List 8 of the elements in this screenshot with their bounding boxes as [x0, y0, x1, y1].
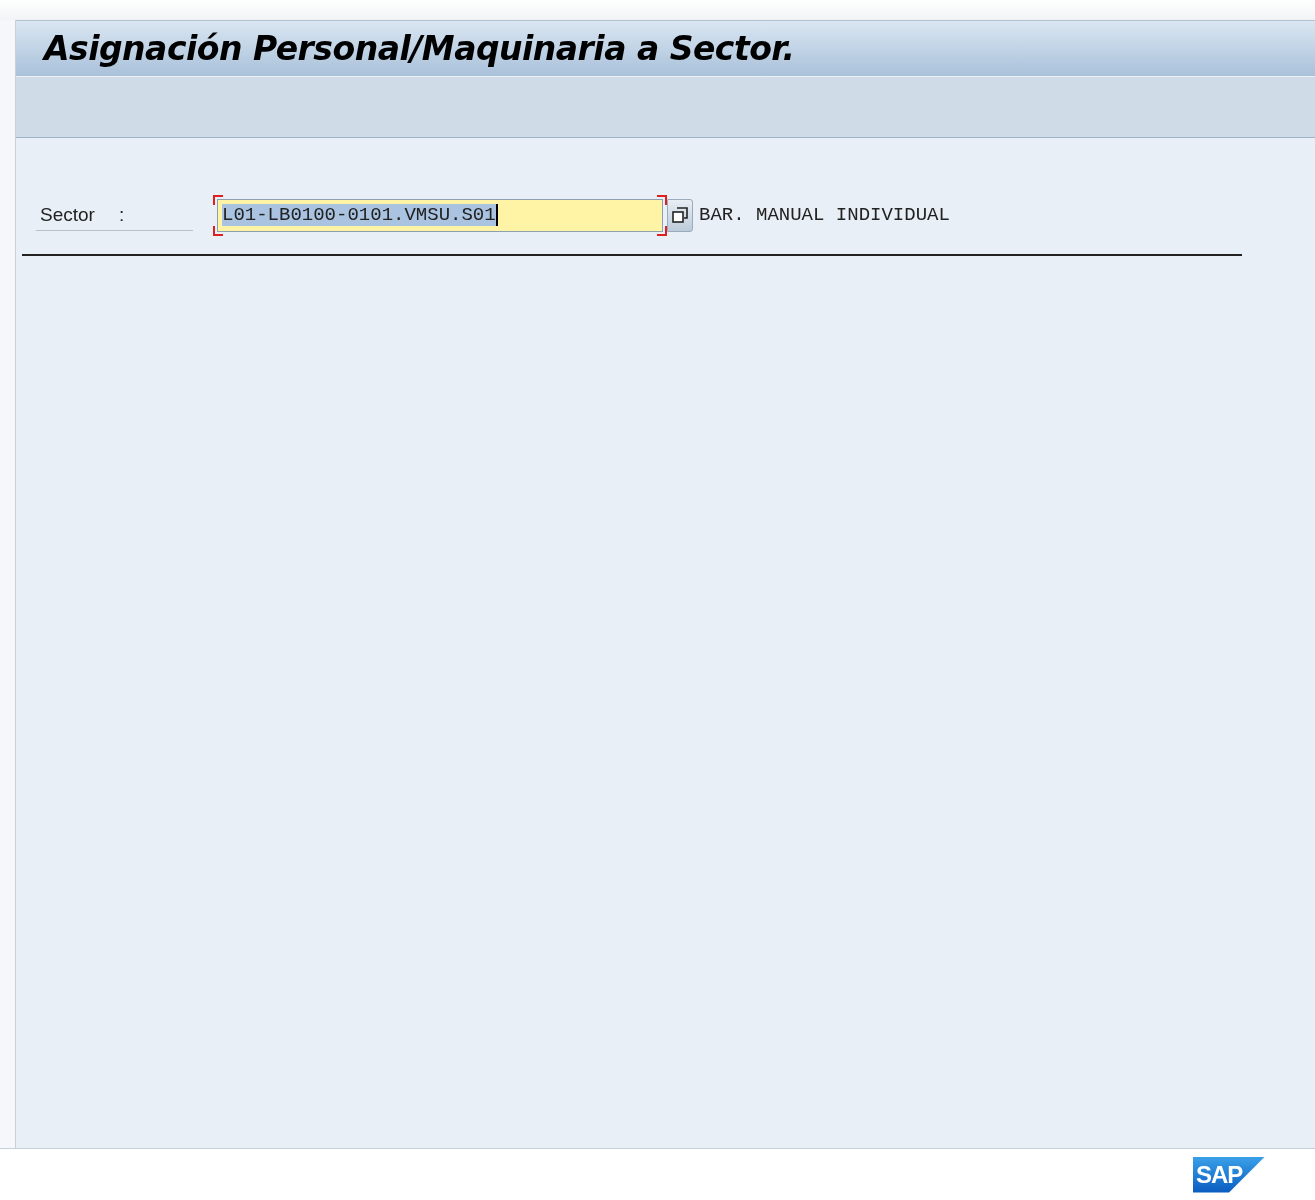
overlapping-squares-icon — [672, 207, 688, 223]
input-field[interactable]: L01-LB0100-0101.VMSU.S01 — [217, 198, 663, 232]
field-label: Sector — [40, 203, 95, 226]
label-colon: : — [118, 203, 125, 226]
sector-description: BAR. MANUAL INDIVIDUAL — [699, 204, 950, 226]
logo: SAP — [1193, 1156, 1265, 1193]
window-title: Asignación Personal/Maquinaria a Sector. — [44, 29, 795, 68]
value-help-button[interactable] — [667, 198, 693, 232]
